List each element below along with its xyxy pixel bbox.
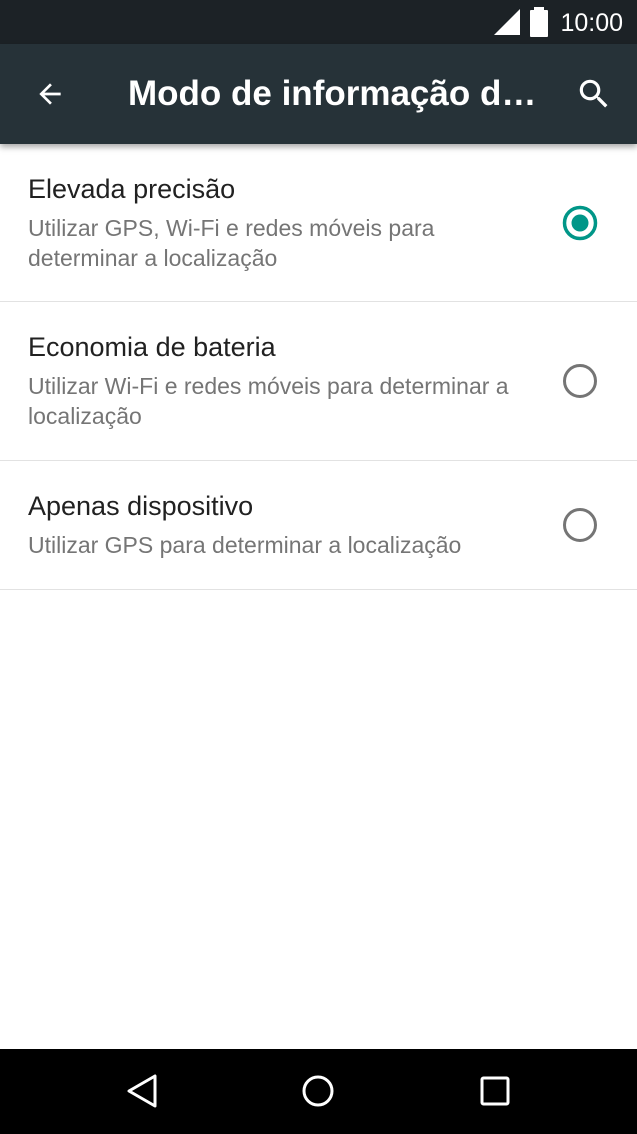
battery-full-icon bbox=[530, 7, 548, 37]
search-button[interactable] bbox=[566, 66, 622, 122]
option-description: Utilizar GPS, Wi-Fi e redes móveis para … bbox=[28, 215, 435, 271]
option-title: Apenas dispositivo bbox=[28, 491, 254, 521]
option-description: Utilizar GPS para determinar a localizaç… bbox=[28, 532, 462, 558]
navigation-bar bbox=[0, 1049, 637, 1134]
radio-unselected-icon[interactable] bbox=[562, 363, 598, 399]
radio-unselected-icon[interactable] bbox=[562, 507, 598, 543]
nav-home-button[interactable] bbox=[288, 1061, 348, 1121]
page-title: Modo de informação da localização bbox=[128, 74, 538, 113]
option-high-accuracy[interactable]: Elevada precisão Utilizar GPS, Wi-Fi e r… bbox=[0, 144, 637, 302]
nav-recents-icon bbox=[480, 1076, 510, 1106]
option-device-only[interactable]: Apenas dispositivo Utilizar GPS para det… bbox=[0, 461, 637, 590]
location-mode-list: Elevada precisão Utilizar GPS, Wi-Fi e r… bbox=[0, 144, 637, 1049]
option-title: Elevada precisão bbox=[28, 174, 236, 204]
nav-back-button[interactable] bbox=[112, 1061, 172, 1121]
option-description: Utilizar Wi-Fi e redes móveis para deter… bbox=[28, 373, 509, 429]
back-button[interactable] bbox=[22, 66, 78, 122]
search-icon bbox=[579, 79, 608, 108]
nav-back-icon bbox=[127, 1074, 157, 1108]
option-battery-saving[interactable]: Economia de bateria Utilizar Wi-Fi e red… bbox=[0, 302, 637, 461]
radio-selected-icon[interactable] bbox=[562, 205, 598, 241]
status-time: 10:00 bbox=[560, 9, 623, 37]
nav-home-icon bbox=[302, 1075, 334, 1107]
status-bar: 10:00 bbox=[0, 0, 637, 44]
nav-recents-button[interactable] bbox=[465, 1061, 525, 1121]
app-toolbar: Modo de informação da localização bbox=[0, 44, 637, 144]
arrow-back-icon bbox=[39, 83, 61, 105]
cell-signal-icon bbox=[494, 9, 520, 35]
option-title: Economia de bateria bbox=[28, 332, 276, 362]
